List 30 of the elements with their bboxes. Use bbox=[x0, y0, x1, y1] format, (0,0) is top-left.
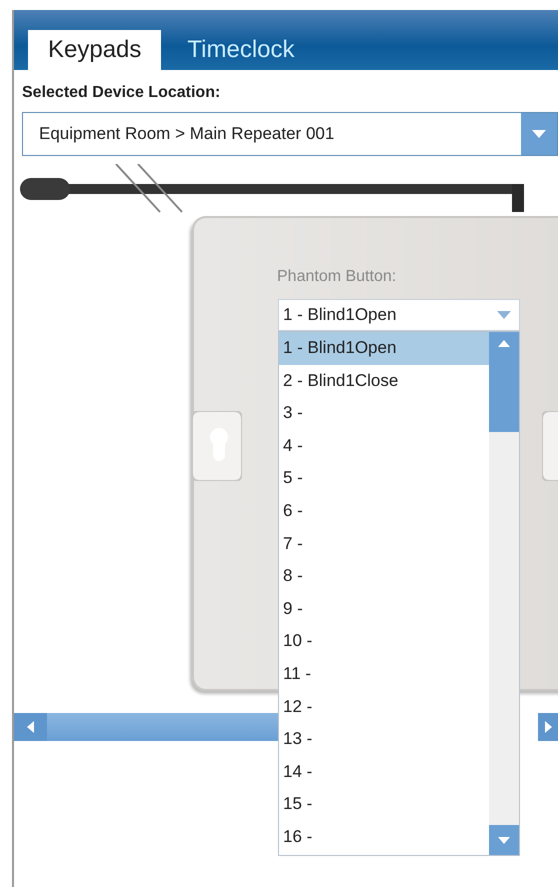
scrollbar[interactable] bbox=[489, 332, 519, 855]
scroll-right-icon[interactable] bbox=[544, 721, 552, 733]
dropdown-option[interactable]: 2 - Blind1Close bbox=[279, 364, 489, 398]
dropdown-option[interactable]: 10 - bbox=[279, 625, 489, 658]
dropdown-option[interactable]: 6 - bbox=[279, 494, 489, 528]
dropdown-option[interactable]: 3 - bbox=[279, 397, 489, 430]
dropdown-option[interactable]: 13 - bbox=[279, 723, 489, 756]
dropdown-option[interactable]: 4 - bbox=[279, 430, 489, 462]
dropdown-option[interactable]: 16 - bbox=[279, 820, 489, 854]
dropdown-option[interactable]: 7 - bbox=[279, 528, 489, 560]
tab[interactable]: Timeclock bbox=[167, 30, 315, 70]
dropdown-option[interactable]: 8 - bbox=[279, 560, 489, 593]
caret-icon bbox=[532, 130, 546, 138]
scroll-left-icon[interactable] bbox=[27, 721, 34, 733]
scroll-down-icon[interactable] bbox=[498, 836, 510, 844]
phantom-button-dropdown[interactable]: 1 - Blind1Open bbox=[278, 299, 520, 331]
dropdown-option[interactable]: 14 - bbox=[279, 756, 489, 788]
keyhole-icon bbox=[192, 411, 242, 481]
dropdown-option[interactable]: 11 - bbox=[279, 658, 489, 691]
caret-icon bbox=[497, 311, 511, 319]
dropdown-option[interactable]: 12 - bbox=[279, 690, 489, 724]
dropdown-option[interactable]: 9 - bbox=[279, 592, 489, 626]
location-dropdown[interactable]: Equipment Room > Main Repeater 001 bbox=[22, 112, 558, 156]
dropdown-option[interactable]: 1 - Blind1Open bbox=[279, 332, 489, 365]
dropdown-option[interactable]: 15 - bbox=[279, 788, 489, 821]
dropdown-option[interactable]: 5 - bbox=[279, 462, 489, 495]
scroll-up-icon[interactable] bbox=[498, 340, 510, 347]
tab[interactable]: Keypads bbox=[28, 30, 162, 70]
field-label: Phantom Button: bbox=[277, 268, 396, 286]
field-label: Selected Device Location: bbox=[22, 84, 222, 102]
